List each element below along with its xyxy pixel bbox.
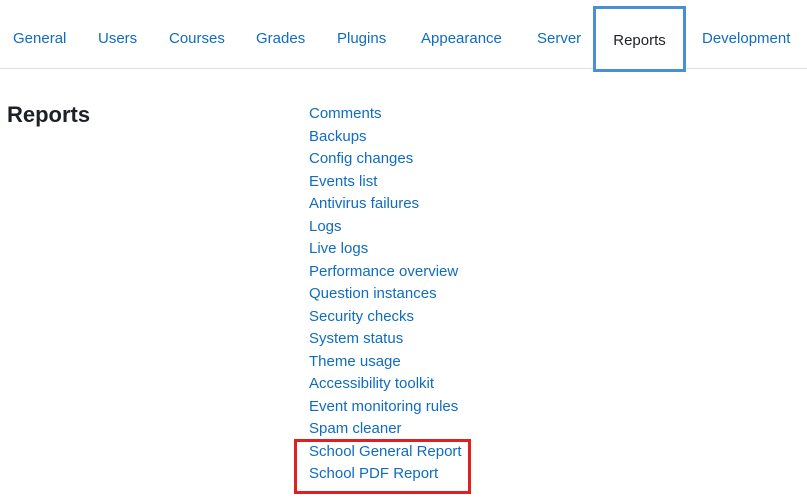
report-link-event-monitoring-rules[interactable]: Event monitoring rules <box>309 396 462 419</box>
report-link-school-pdf-report[interactable]: School PDF Report <box>309 463 462 486</box>
tab-grades[interactable]: Grades <box>256 0 305 69</box>
report-link-logs[interactable]: Logs <box>309 216 462 239</box>
admin-tab-bar: General Users Courses Grades Plugins App… <box>0 0 807 72</box>
report-link-question-instances[interactable]: Question instances <box>309 283 462 306</box>
report-link-live-logs[interactable]: Live logs <box>309 238 462 261</box>
report-links-list: Comments Backups Config changes Events l… <box>309 103 462 486</box>
report-link-security-checks[interactable]: Security checks <box>309 306 462 329</box>
tab-server[interactable]: Server <box>537 0 581 69</box>
tab-appearance[interactable]: Appearance <box>421 0 502 69</box>
report-link-config-changes[interactable]: Config changes <box>309 148 462 171</box>
report-link-spam-cleaner[interactable]: Spam cleaner <box>309 418 462 441</box>
tab-reports[interactable]: Reports <box>593 6 686 72</box>
report-link-events-list[interactable]: Events list <box>309 171 462 194</box>
section-title: Reports <box>7 102 91 127</box>
tab-development[interactable]: Development <box>702 0 790 69</box>
report-link-system-status[interactable]: System status <box>309 328 462 351</box>
report-link-comments[interactable]: Comments <box>309 103 462 126</box>
tab-courses[interactable]: Courses <box>169 0 225 69</box>
report-link-performance-overview[interactable]: Performance overview <box>309 261 462 284</box>
tab-users[interactable]: Users <box>98 0 137 69</box>
report-link-backups[interactable]: Backups <box>309 126 462 149</box>
admin-reports-page: General Users Courses Grades Plugins App… <box>0 0 807 502</box>
report-link-theme-usage[interactable]: Theme usage <box>309 351 462 374</box>
tab-plugins[interactable]: Plugins <box>337 0 386 69</box>
report-link-antivirus-failures[interactable]: Antivirus failures <box>309 193 462 216</box>
tab-general[interactable]: General <box>13 0 66 69</box>
report-link-accessibility-toolkit[interactable]: Accessibility toolkit <box>309 373 462 396</box>
report-link-school-general-report[interactable]: School General Report <box>309 441 462 464</box>
